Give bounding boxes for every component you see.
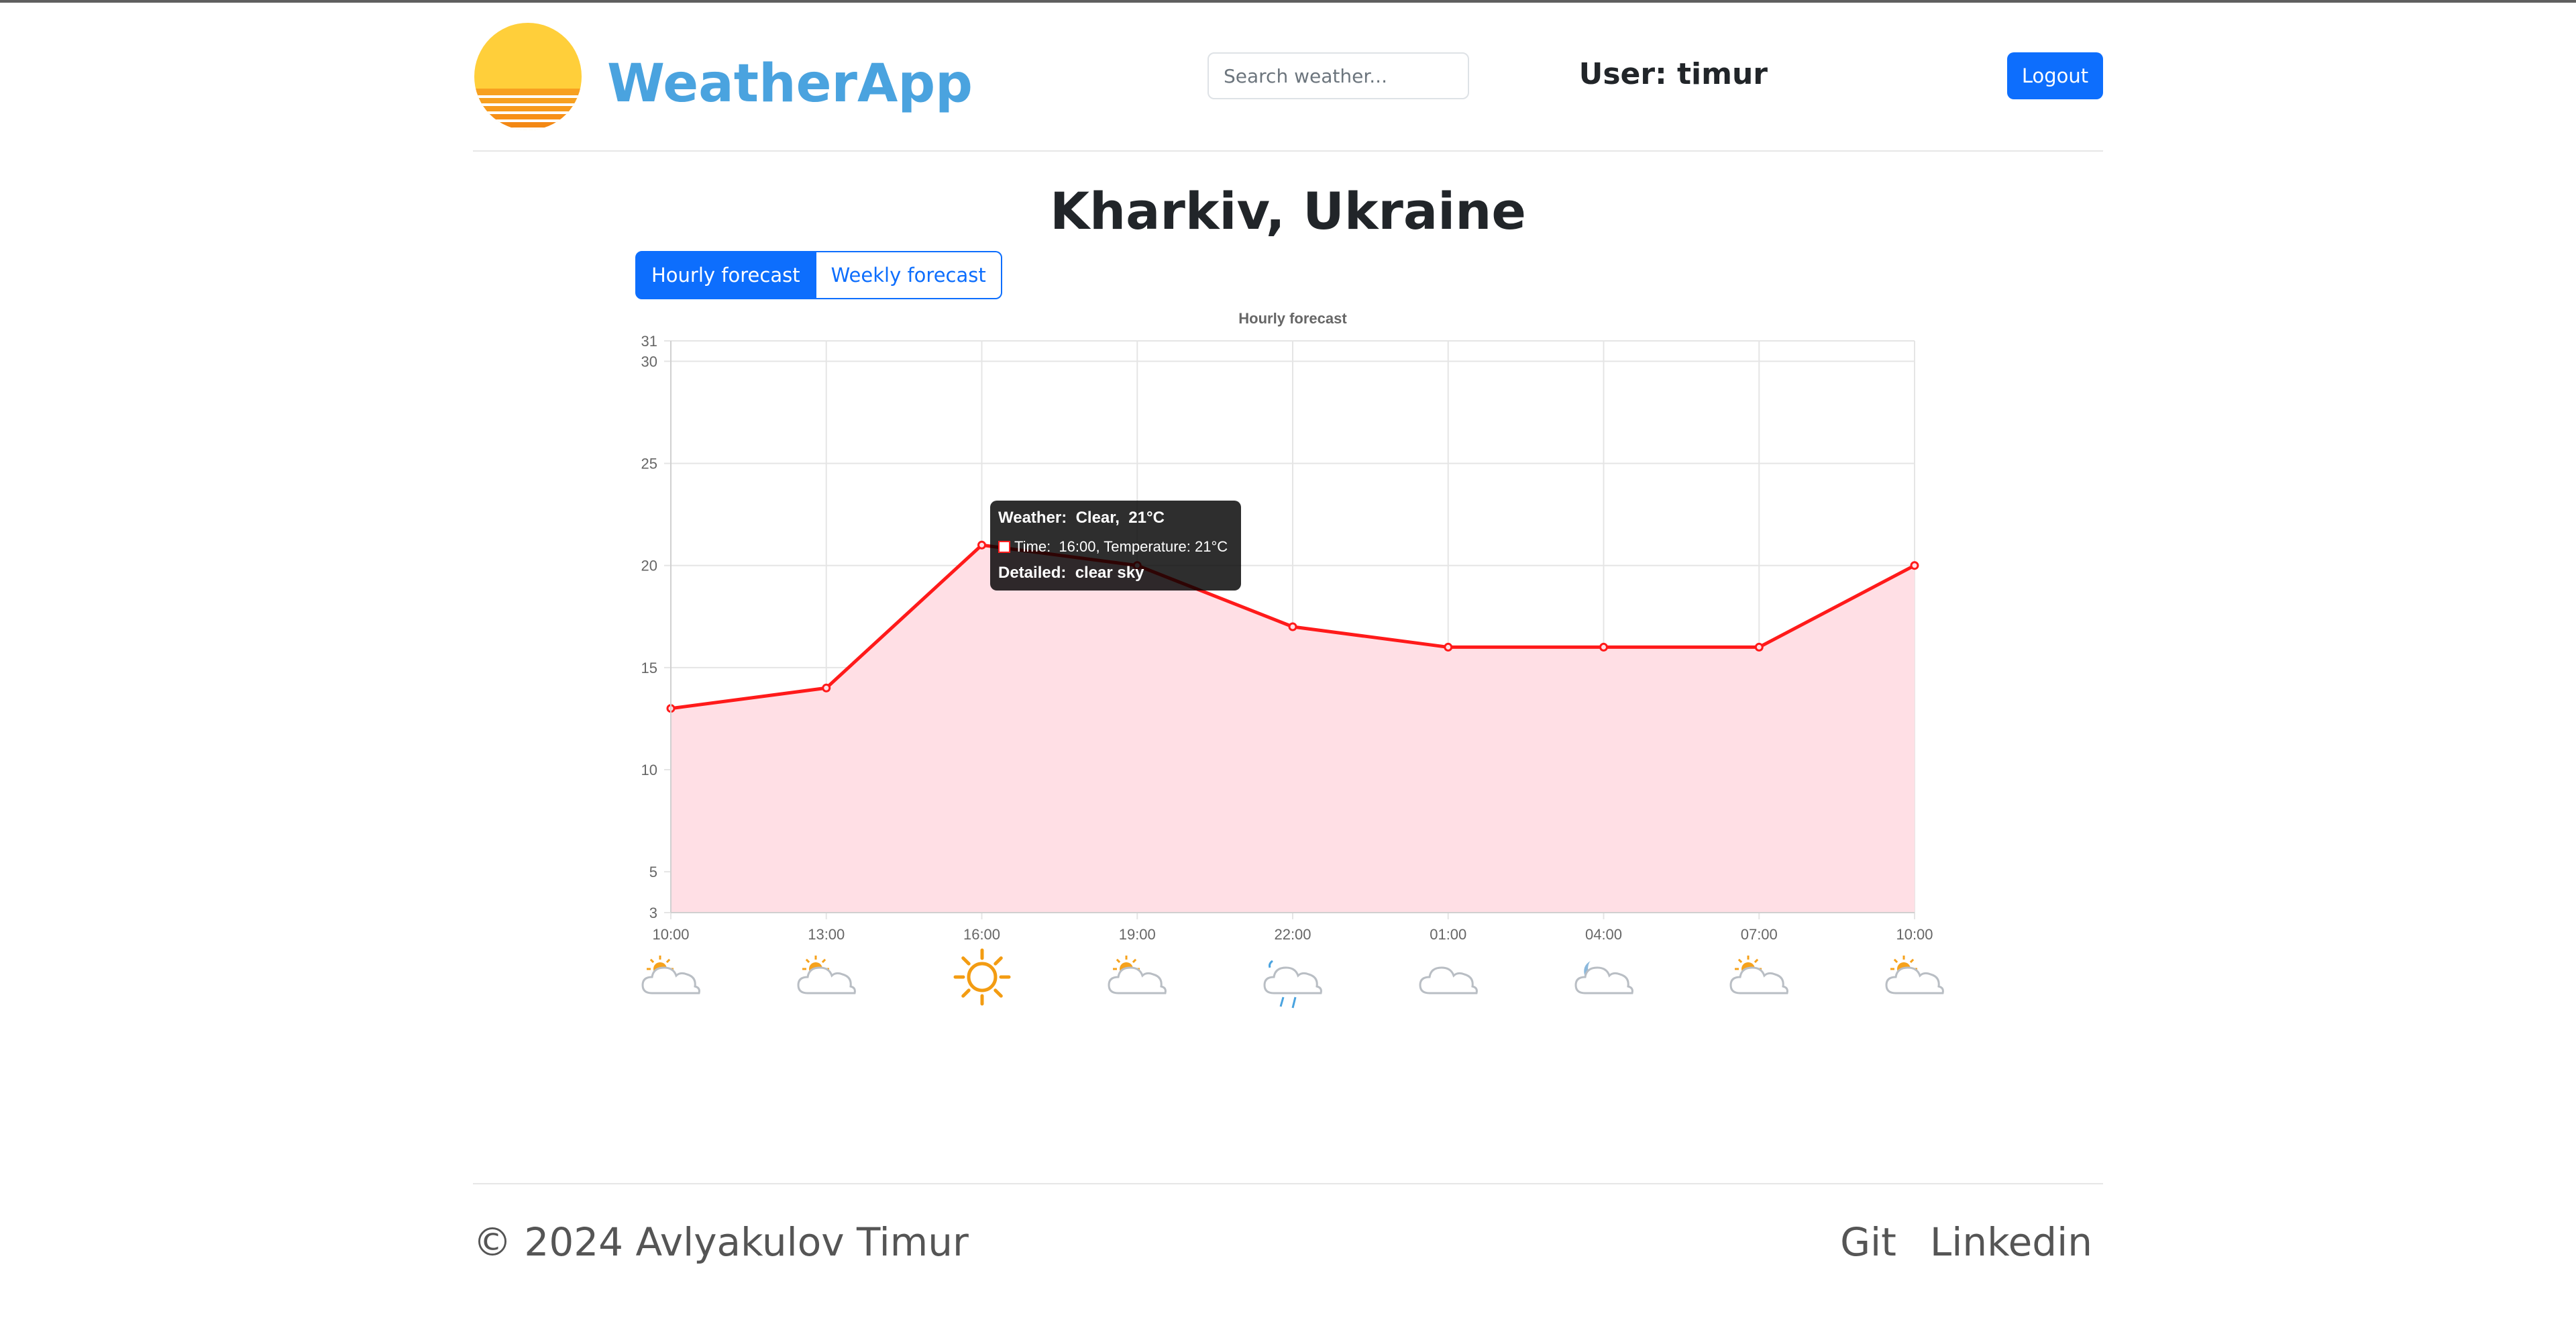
- data-point: [1288, 622, 1297, 631]
- y-tick-label: 25: [641, 456, 657, 472]
- tab-weekly-forecast[interactable]: Weekly forecast: [816, 251, 1002, 299]
- data-point: [1754, 642, 1764, 652]
- page: WeatherApp User: timur Logout Kharkiv, U…: [0, 0, 2576, 1330]
- x-tick-label: 19:00: [1119, 926, 1156, 943]
- y-tick-label: 20: [641, 558, 657, 574]
- partly-cloudy-icon: [1881, 946, 1948, 1011]
- y-tick-label: 31: [641, 333, 657, 350]
- tooltip-body-text: Time: 16:00, Temperature: 21°C: [1014, 538, 1228, 555]
- footer-links: Git Linkedin: [1840, 1219, 2092, 1265]
- top-border: [0, 0, 2576, 3]
- y-tick-label: 5: [649, 864, 657, 880]
- x-tick-label: 10:00: [652, 926, 689, 943]
- x-tick-label: 16:00: [963, 926, 1000, 943]
- sun-icon: [949, 946, 1016, 1011]
- data-point: [1444, 642, 1453, 652]
- x-tick-label: 22:00: [1274, 926, 1311, 943]
- y-tick-label: 10: [641, 762, 657, 778]
- weather-icons-row: [631, 946, 1945, 1013]
- forecast-tabs: Hourly forecast Weekly forecast: [635, 251, 1002, 299]
- rain-cloud-icon: [1259, 946, 1326, 1011]
- tooltip-footer: Detailed: clear sky: [998, 564, 1144, 582]
- x-tick-label: 07:00: [1741, 926, 1778, 943]
- git-link[interactable]: Git: [1840, 1219, 1896, 1265]
- header: WeatherApp User: timur Logout: [473, 19, 2103, 152]
- x-tick-label: 01:00: [1430, 926, 1466, 943]
- chart-tooltip: Weather: Clear, 21°C Time: 16:00, Temper…: [990, 501, 1241, 591]
- data-point: [977, 540, 986, 550]
- logout-button[interactable]: Logout: [2007, 52, 2103, 99]
- x-tick-label: 04:00: [1585, 926, 1622, 943]
- page-title: Kharkiv, Ukraine: [1050, 181, 1526, 241]
- x-tick-label: 10:00: [1896, 926, 1933, 943]
- partly-cloudy-icon: [1725, 946, 1792, 1011]
- tooltip-title: Weather: Clear, 21°C: [998, 509, 1165, 527]
- sun-logo-icon[interactable]: [473, 21, 583, 132]
- partly-cloudy-icon: [1104, 946, 1171, 1011]
- forecast-chart: Hourly forecast 3 5 10 15 20 25 30 31 10:00 13:00 1…: [631, 302, 1945, 1047]
- moon-cloud-icon: [1570, 946, 1638, 1011]
- tab-hourly-forecast[interactable]: Hourly forecast: [635, 251, 816, 299]
- linkedin-link[interactable]: Linkedin: [1930, 1219, 2092, 1265]
- tooltip-body: Time: 16:00, Temperature: 21°C: [998, 538, 1228, 556]
- brand-title[interactable]: WeatherApp: [607, 58, 973, 110]
- chart-title: Hourly forecast: [1238, 310, 1347, 327]
- data-point: [1910, 561, 1919, 570]
- y-tick-label: 30: [641, 353, 657, 370]
- y-tick-label: 3: [649, 905, 657, 921]
- chart-svg: Hourly forecast 3 5 10 15 20 25 30 31 10:00 13:00 1…: [641, 310, 1933, 943]
- x-tick-label: 13:00: [808, 926, 845, 943]
- data-point: [1599, 642, 1608, 652]
- footer: © 2024 Avlyakulov Timur Git Linkedin: [473, 1183, 2103, 1319]
- y-tick-label: 15: [641, 660, 657, 676]
- data-point: [822, 683, 831, 693]
- user-label: User: timur: [1578, 57, 1768, 91]
- partly-cloudy-icon: [793, 946, 860, 1011]
- copyright-text: © 2024 Avlyakulov Timur: [473, 1219, 969, 1265]
- cloud-icon: [1415, 946, 1482, 1011]
- partly-cloudy-icon: [637, 946, 704, 1011]
- tooltip-color-swatch: [998, 541, 1010, 553]
